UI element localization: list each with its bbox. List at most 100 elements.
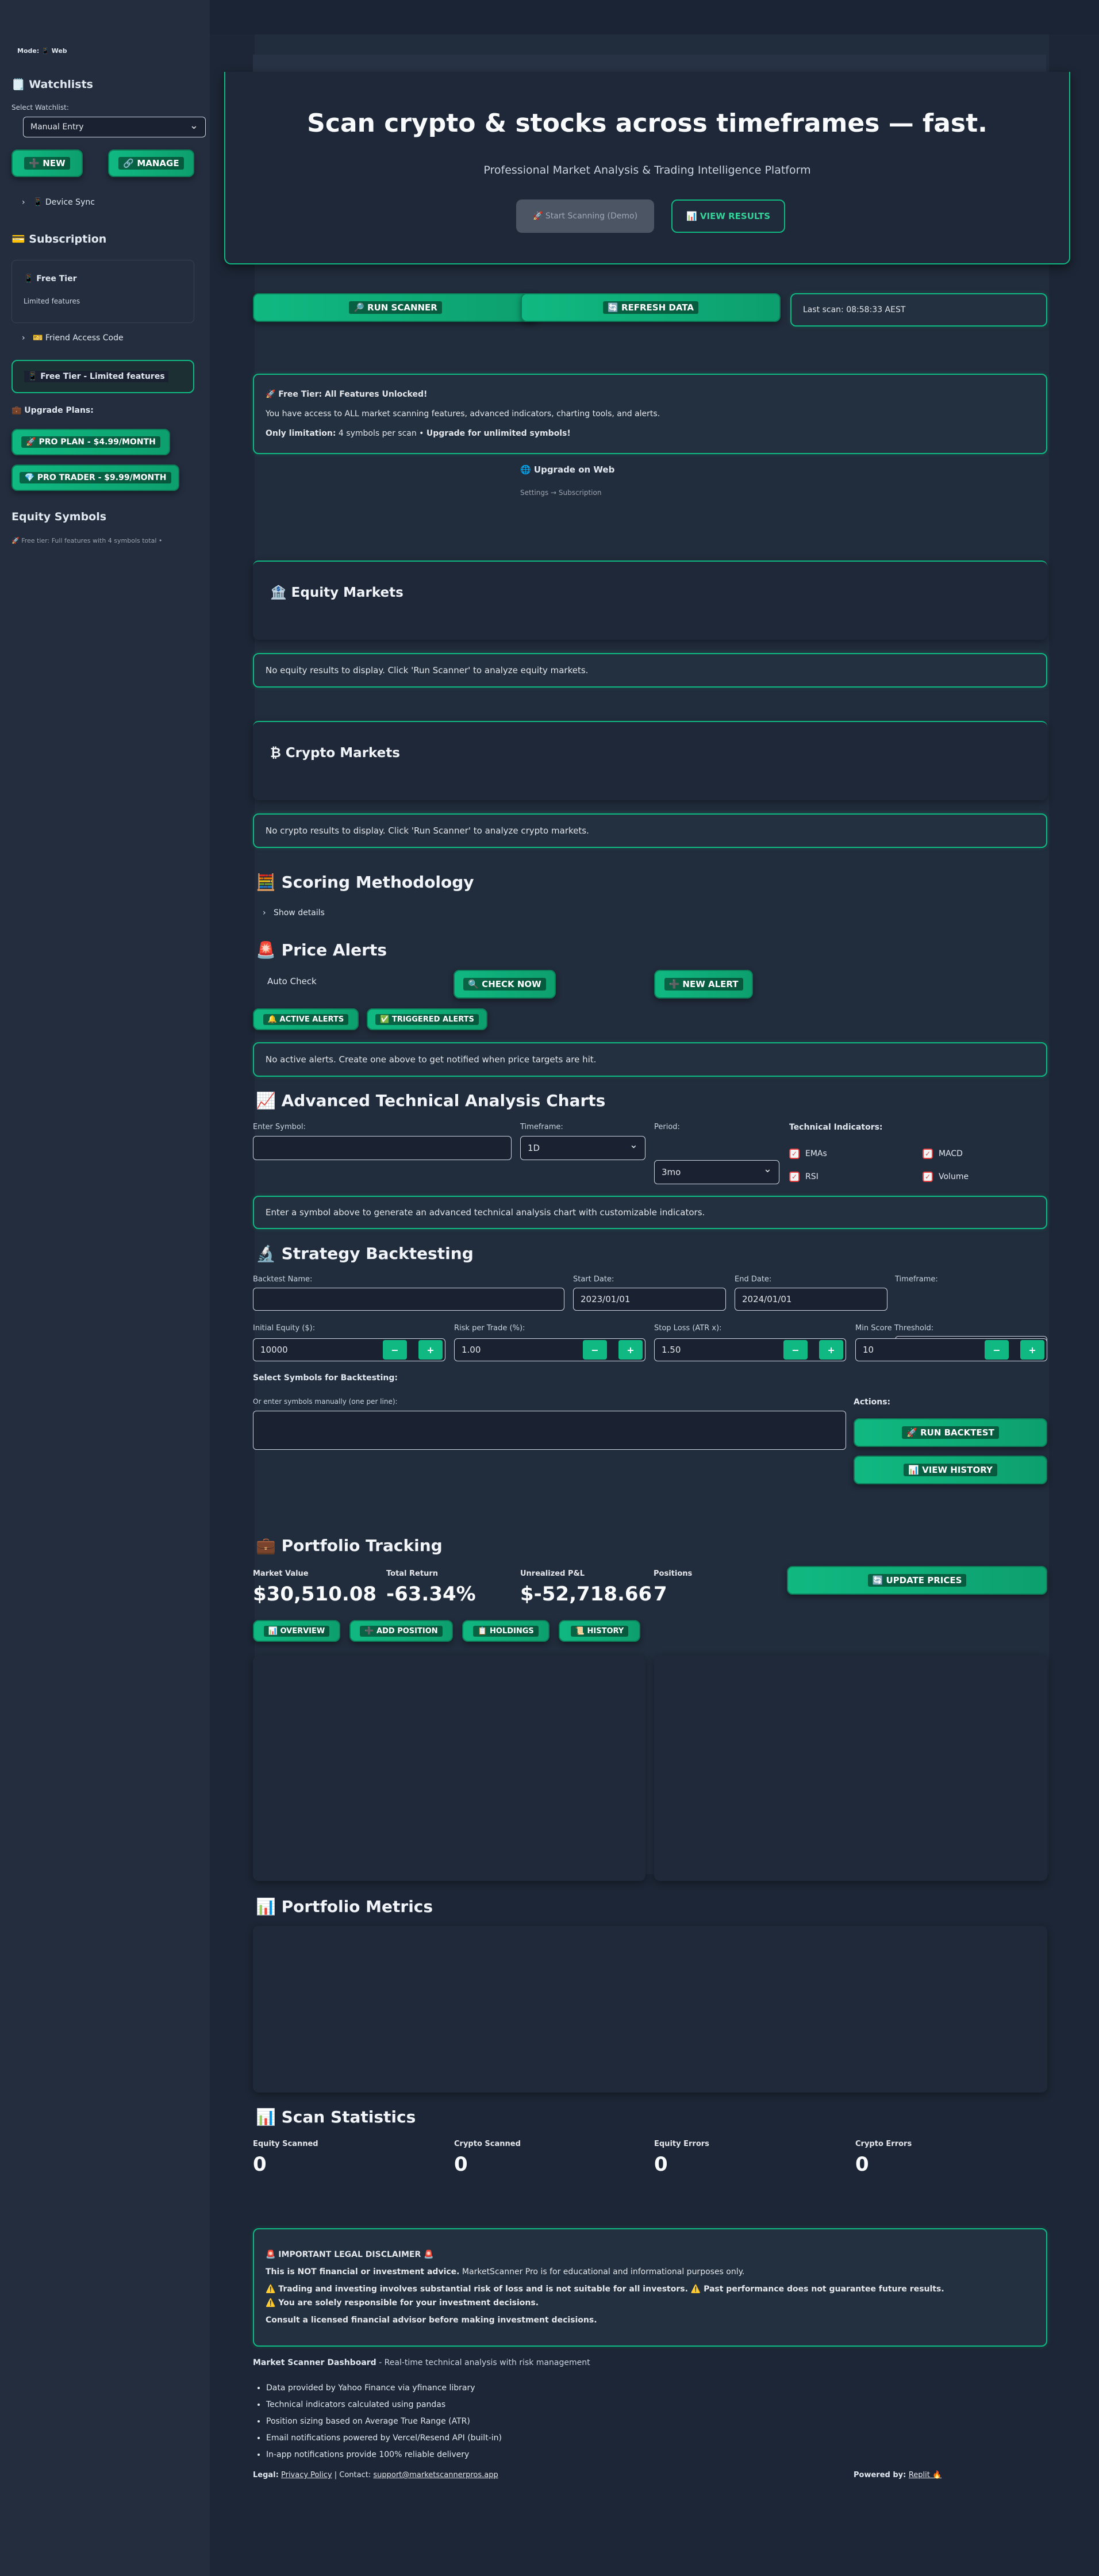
start-date-label: Start Date: xyxy=(573,1275,614,1284)
active-alerts-tab[interactable]: 🔔 ACTIVE ALERTS xyxy=(253,1008,359,1030)
free-tier-badge-label: 📱 Free Tier - Limited features xyxy=(24,371,168,382)
sidebar: Mode: 📱 Web 🗒️ Watchlists Select Watchli… xyxy=(0,0,210,2576)
chart-timeframe-select[interactable]: 1D xyxy=(520,1136,645,1160)
portfolio-chart-left xyxy=(253,1656,645,1881)
add-position-tab[interactable]: ➕ ADD POSITION xyxy=(349,1620,453,1642)
crypto-empty-text: No crypto results to display. Click 'Run… xyxy=(266,826,589,836)
end-date-input[interactable]: 2024/01/01 xyxy=(735,1288,887,1311)
min-score-decrement-button[interactable]: − xyxy=(985,1340,1009,1360)
ind-volume-checkbox[interactable]: ✓ Volume xyxy=(923,1172,969,1182)
view-history-button[interactable]: 📊 VIEW HISTORY xyxy=(854,1456,1047,1484)
stop-loss-value: 1.50 xyxy=(662,1345,681,1355)
active-alerts-label: 🔔 ACTIVE ALERTS xyxy=(263,1013,349,1025)
replit-link[interactable]: Replit 🔥 xyxy=(909,2471,942,2479)
crypto-errors-metric: Crypto Errors 0 xyxy=(855,2140,912,2176)
chart-period-select[interactable]: 3mo xyxy=(654,1160,779,1184)
min-score-increment-button[interactable]: + xyxy=(1020,1340,1044,1360)
footer-powered: Powered by: Replit 🔥 xyxy=(854,2471,942,2479)
start-scanning-button[interactable]: 🚀 Start Scanning (Demo) xyxy=(516,199,654,233)
new-alert-label: ➕ NEW ALERT xyxy=(664,978,743,991)
risk-input[interactable]: 1.00 − + xyxy=(454,1338,645,1361)
ind-emas-label: EMAs xyxy=(805,1149,827,1158)
equity-increment-button[interactable]: + xyxy=(418,1340,443,1360)
equity-decrement-button[interactable]: − xyxy=(383,1340,407,1360)
mode-label: Mode: 📱 Web xyxy=(17,47,67,55)
history-tab[interactable]: 📜 HISTORY xyxy=(559,1620,640,1642)
triggered-alerts-tab[interactable]: ✅ TRIGGERED ALERTS xyxy=(367,1008,487,1030)
new-watchlist-button[interactable]: ➕ NEW xyxy=(11,149,83,177)
disclaimer-line1: This is NOT financial or investment advi… xyxy=(266,2267,744,2276)
main-content: Scan crypto & stocks across timeframes —… xyxy=(210,0,1099,2576)
device-sync-expander[interactable]: › 📱 Device Sync xyxy=(22,198,95,207)
show-details-expander[interactable]: › Show details xyxy=(263,908,325,917)
min-score-input[interactable]: 10 − + xyxy=(855,1338,1047,1361)
stop-decrement-button[interactable]: − xyxy=(783,1340,808,1360)
manual-symbols-textarea[interactable] xyxy=(253,1411,846,1450)
overview-tab[interactable]: 📊 OVERVIEW xyxy=(253,1620,340,1642)
holdings-tab[interactable]: 📋 HOLDINGS xyxy=(462,1620,550,1642)
holdings-label: 📋 HOLDINGS xyxy=(473,1625,539,1637)
unrealized-value: $-52,718.66 xyxy=(520,1583,652,1606)
free-tier-info-line2: Only limitation: 4 symbols per scan • Up… xyxy=(266,429,571,438)
select-watchlist-label: Select Watchlist: xyxy=(11,103,69,112)
hero-panel: Scan crypto & stocks across timeframes —… xyxy=(224,72,1070,264)
total-return: -63.34% xyxy=(386,1583,476,1606)
friend-access-label: 🎫 Friend Access Code xyxy=(32,333,124,343)
disclaimer-title: 🚨 IMPORTANT LEGAL DISCLAIMER 🚨 xyxy=(266,2250,434,2259)
backtest-name-input[interactable] xyxy=(253,1288,564,1311)
free-tier-info-line1: You have access to ALL market scanning f… xyxy=(266,409,660,419)
legal-disclaimer-box: 🚨 IMPORTANT LEGAL DISCLAIMER 🚨 This is N… xyxy=(253,2228,1047,2347)
risk-decrement-button[interactable]: − xyxy=(583,1340,607,1360)
watchlist-select[interactable]: Manual Entry xyxy=(23,117,206,137)
enter-symbol-label: Enter Symbol: xyxy=(253,1123,306,1131)
min-score-value: 10 xyxy=(863,1345,874,1355)
chart-symbol-input[interactable] xyxy=(253,1136,512,1160)
run-backtest-button[interactable]: 🚀 RUN BACKTEST xyxy=(854,1418,1047,1447)
device-sync-label: 📱 Device Sync xyxy=(32,198,95,207)
risk-increment-button[interactable]: + xyxy=(618,1340,643,1360)
friend-access-expander[interactable]: › 🎫 Friend Access Code xyxy=(22,333,124,343)
backtest-title: 🔬 Strategy Backtesting xyxy=(256,1244,474,1263)
update-prices-button[interactable]: 🔄 UPDATE PRICES xyxy=(787,1566,1047,1595)
footer-bullet: Email notifications powered by Vercel/Re… xyxy=(266,2430,502,2447)
crypto-scanned-value: 0 xyxy=(454,2153,468,2176)
ind-emas-checkbox[interactable]: ✓ EMAs xyxy=(789,1149,827,1159)
manual-symbols-label: Or enter symbols manually (one per line)… xyxy=(253,1398,398,1406)
run-scanner-button[interactable]: 🔎 RUN SCANNER xyxy=(253,293,538,322)
refresh-data-button[interactable]: 🔄 REFRESH DATA xyxy=(521,293,781,322)
contact-label: | Contact: xyxy=(332,2471,374,2479)
support-email-link[interactable]: support@marketscannerpros.app xyxy=(373,2471,498,2479)
start-scanning-label: 🚀 Start Scanning (Demo) xyxy=(532,212,638,221)
ind-macd-checkbox[interactable]: ✓ MACD xyxy=(923,1149,963,1159)
equity-scanned-value: 0 xyxy=(253,2153,267,2176)
upgrade-unlimited: Upgrade for unlimited symbols! xyxy=(426,429,571,438)
auto-check-toggle[interactable]: Auto Check xyxy=(267,976,317,986)
legal-label: Legal: xyxy=(253,2471,279,2479)
pro-plan-button[interactable]: 🚀 PRO PLAN - $4.99/MONTH xyxy=(11,429,170,455)
initial-equity-value: 10000 xyxy=(260,1345,288,1355)
check-now-button[interactable]: 🔍 CHECK NOW xyxy=(454,970,556,999)
footer-title: Market Scanner Dashboard - Real-time tec… xyxy=(253,2358,590,2367)
stop-increment-button[interactable]: + xyxy=(819,1340,843,1360)
end-date-label: End Date: xyxy=(735,1275,772,1284)
powered-label: Powered by: xyxy=(854,2471,909,2479)
start-date-value: 2023/01/01 xyxy=(581,1294,631,1304)
footer-bullet: Position sizing based on Average True Ra… xyxy=(266,2413,502,2430)
view-history-label: 📊 VIEW HISTORY xyxy=(904,1464,997,1476)
view-results-button[interactable]: 📊 VIEW RESULTS xyxy=(671,199,785,233)
ind-rsi-checkbox[interactable]: ✓ RSI xyxy=(789,1172,819,1182)
add-position-label: ➕ ADD POSITION xyxy=(360,1625,443,1637)
upgrade-on-web-link[interactable]: 🌐 Upgrade on Web xyxy=(520,464,614,475)
initial-equity-input[interactable]: 10000 − + xyxy=(253,1338,445,1361)
pro-trader-button[interactable]: 💎 PRO TRADER - $9.99/MONTH xyxy=(11,464,179,491)
market-value-metric: Market Value $30,510.08 xyxy=(253,1569,376,1606)
chevron-right-icon: › xyxy=(22,198,25,207)
manage-watchlist-button[interactable]: 🔗 MANAGE xyxy=(108,149,194,177)
equity-empty-message: No equity results to display. Click 'Run… xyxy=(253,653,1047,688)
privacy-policy-link[interactable]: Privacy Policy xyxy=(281,2471,332,2479)
footer-bullet: In-app notifications provide 100% reliab… xyxy=(266,2447,502,2463)
stop-loss-input[interactable]: 1.50 − + xyxy=(654,1338,846,1361)
new-alert-button[interactable]: ➕ NEW ALERT xyxy=(654,970,753,999)
start-date-input[interactable]: 2023/01/01 xyxy=(573,1288,726,1311)
equity-empty-text: No equity results to display. Click 'Run… xyxy=(266,665,589,675)
